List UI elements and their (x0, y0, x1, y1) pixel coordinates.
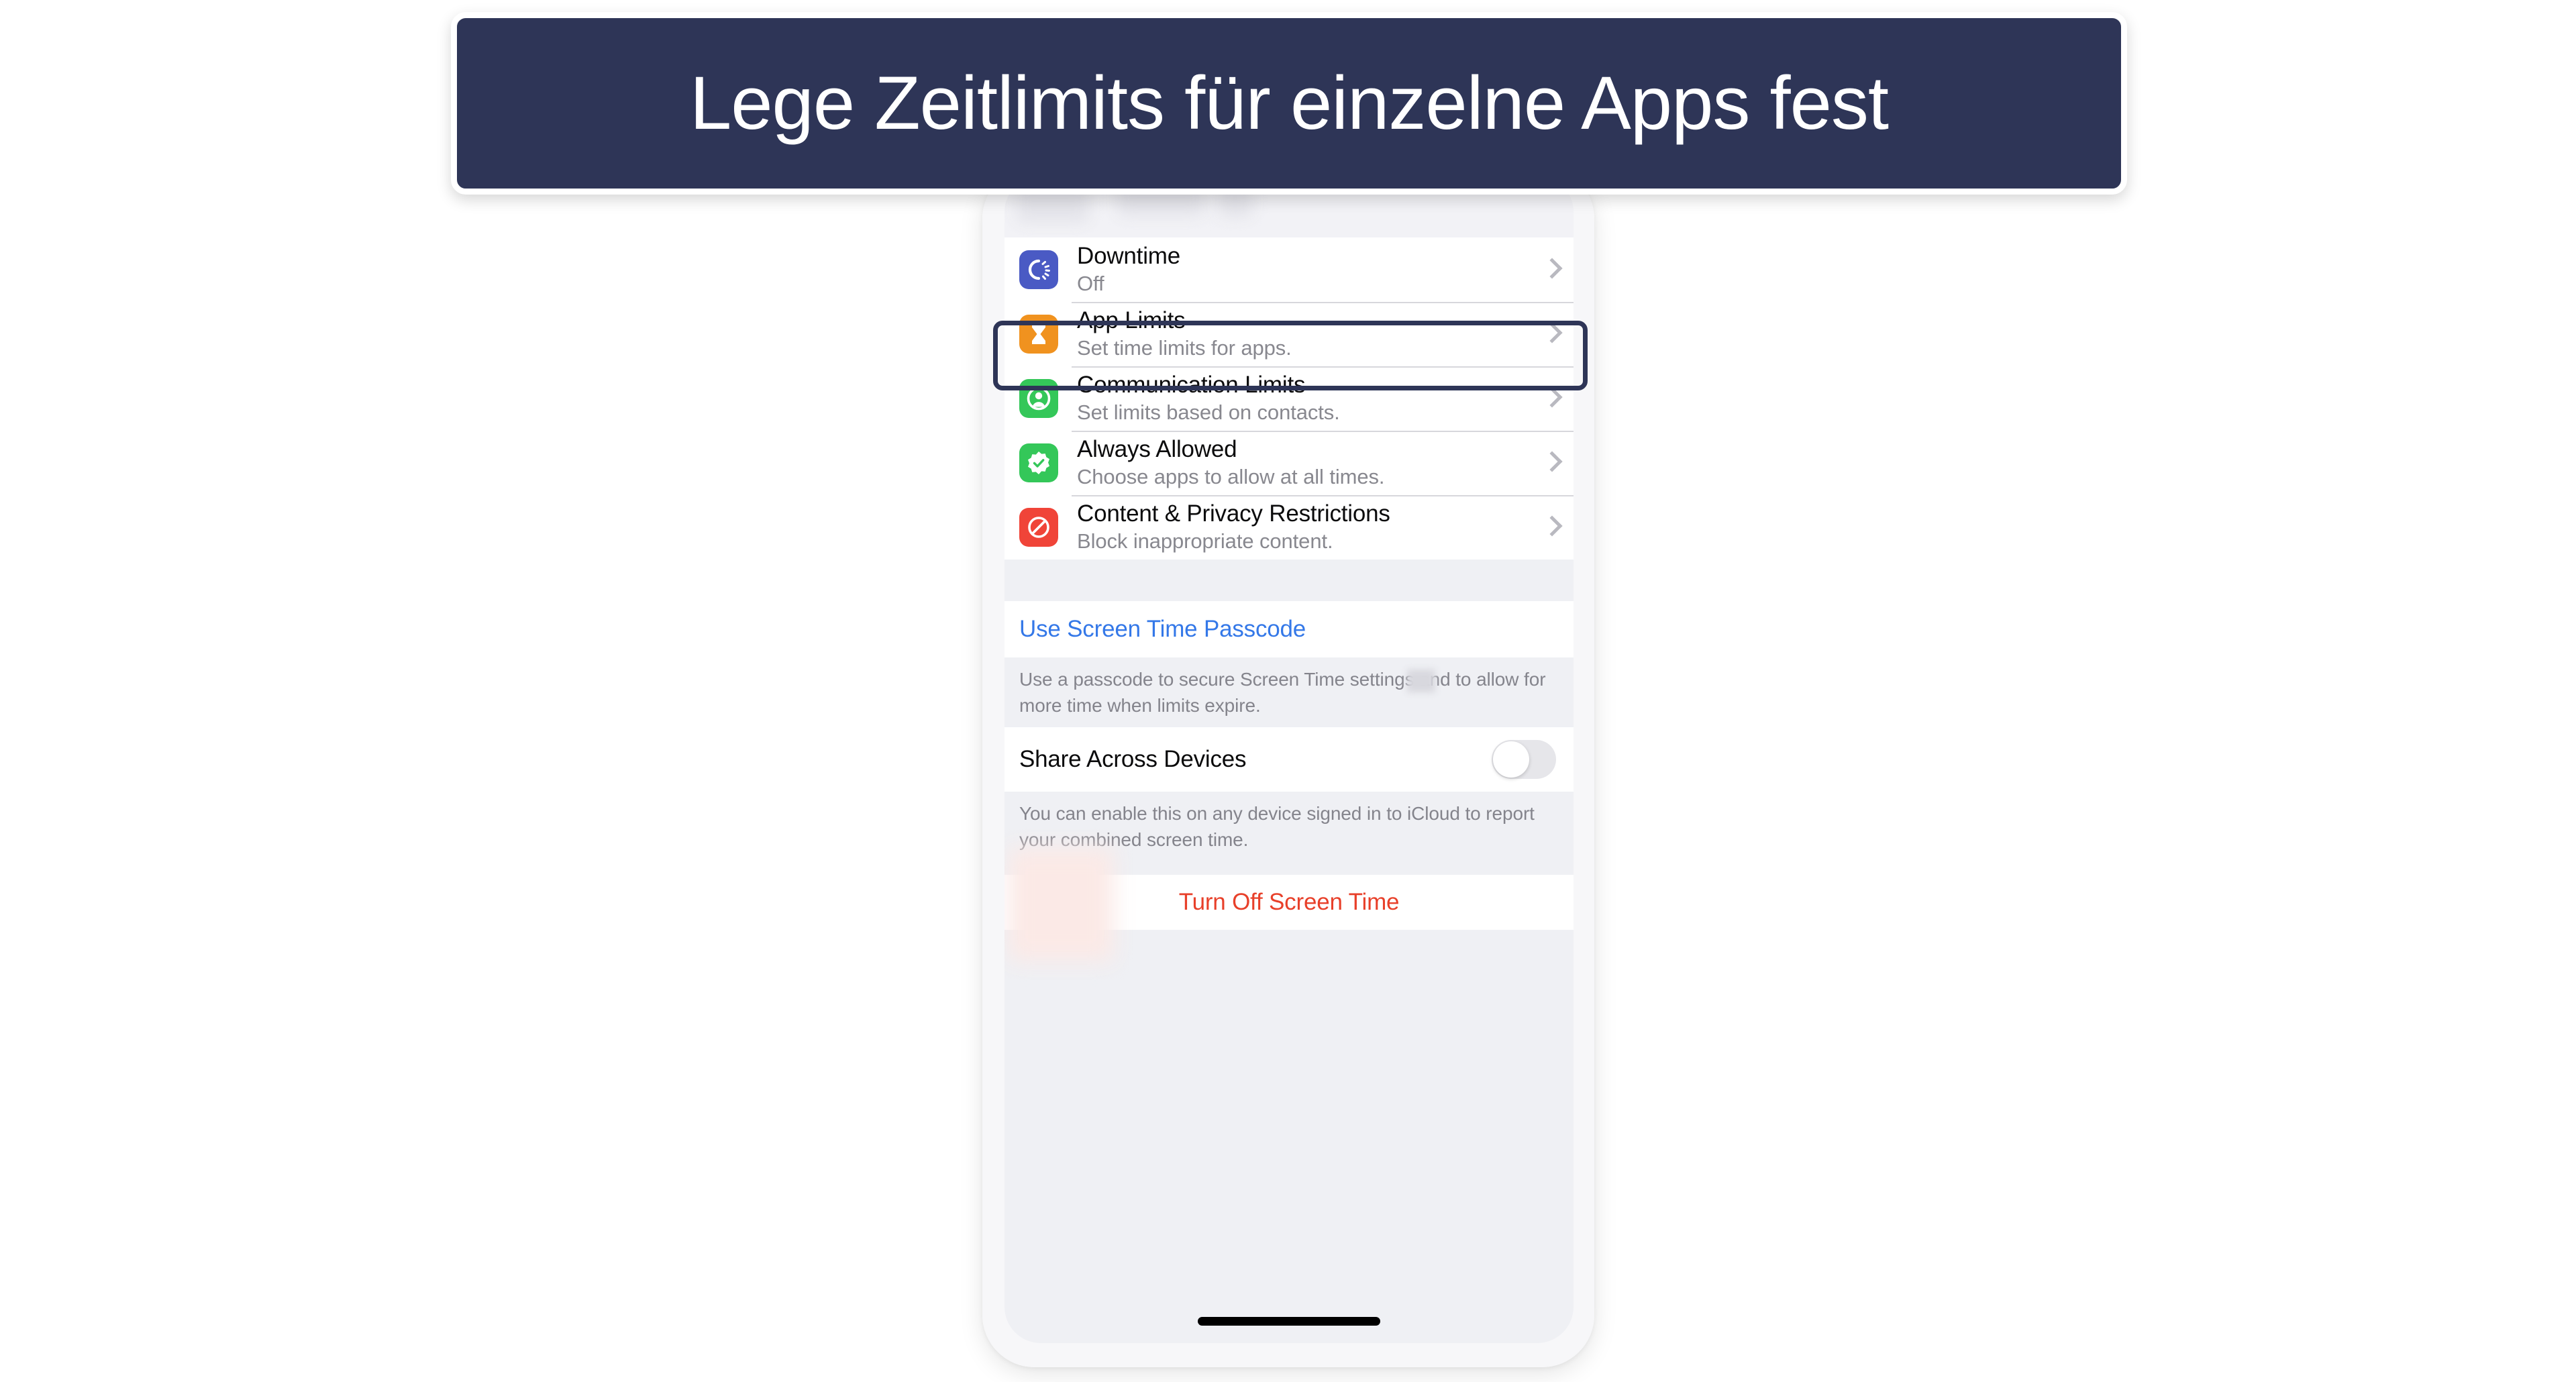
turn-off-screen-time-card: Turn Off Screen Time (1004, 848, 1574, 961)
phone-screen: Downtime Off App Limits Set time limits … (1004, 176, 1574, 1343)
settings-row-text: Communication Limits Set limits based on… (1077, 372, 1533, 425)
use-screen-time-passcode-button[interactable]: Use Screen Time Passcode (1004, 601, 1574, 657)
settings-row-downtime[interactable]: Downtime Off (1004, 237, 1574, 302)
turn-off-screen-time-button[interactable]: Turn Off Screen Time (1004, 848, 1574, 961)
share-across-devices-label: Share Across Devices (1019, 746, 1247, 772)
settings-row-always-allowed[interactable]: Always Allowed Choose apps to allow at a… (1004, 431, 1574, 495)
use-screen-time-passcode-label: Use Screen Time Passcode (1019, 616, 1306, 642)
screen-scroll-content[interactable]: Downtime Off App Limits Set time limits … (1004, 176, 1574, 1343)
passcode-footnote-text: Use a passcode to secure Screen Time set… (1019, 669, 1546, 716)
home-indicator (1198, 1317, 1380, 1326)
section-gap (1004, 560, 1574, 601)
settings-row-app-limits[interactable]: App Limits Set time limits for apps. (1004, 302, 1574, 366)
chevron-right-icon (1543, 255, 1560, 284)
settings-row-title: Downtime (1077, 243, 1181, 270)
settings-row-subtitle: Off (1077, 272, 1104, 296)
blur-smudge (1407, 670, 1435, 692)
passcode-footnote: Use a passcode to secure Screen Time set… (1004, 657, 1574, 727)
blur-smudge (1009, 848, 1113, 961)
screen-time-settings-group: Downtime Off App Limits Set time limits … (1004, 237, 1574, 560)
settings-row-title: App Limits (1077, 307, 1186, 334)
downtime-icon (1019, 250, 1058, 289)
settings-row-title: Communication Limits (1077, 372, 1306, 398)
settings-row-subtitle: Set time limits for apps. (1077, 336, 1292, 360)
passcode-card: Use Screen Time Passcode (1004, 601, 1574, 657)
toggle-knob (1493, 741, 1529, 778)
settings-row-subtitle: Block inappropriate content. (1077, 529, 1333, 553)
settings-row-text: Content & Privacy Restrictions Block ina… (1077, 500, 1533, 553)
person-circle-icon (1019, 379, 1058, 418)
turn-off-screen-time-label: Turn Off Screen Time (1178, 889, 1400, 915)
share-footnote-text: You can enable this on any device signed… (1019, 803, 1535, 850)
share-across-devices-toggle[interactable] (1492, 740, 1556, 779)
settings-row-title: Content & Privacy Restrictions (1077, 500, 1390, 527)
hourglass-icon (1019, 315, 1058, 354)
settings-row-subtitle: Choose apps to allow at all times. (1077, 465, 1385, 489)
settings-row-text: Downtime Off (1077, 243, 1533, 296)
prohibition-icon (1019, 508, 1058, 547)
checkmark-seal-icon (1019, 443, 1058, 482)
callout-banner-text: Lege Zeitlimits für einzelne Apps fest (689, 61, 1889, 145)
settings-row-title: Always Allowed (1077, 436, 1237, 463)
settings-row-text: App Limits Set time limits for apps. (1077, 307, 1533, 360)
settings-row-text: Always Allowed Choose apps to allow at a… (1077, 436, 1533, 489)
settings-row-subtitle: Set limits based on contacts. (1077, 401, 1340, 425)
share-across-devices-card: Share Across Devices (1004, 727, 1574, 792)
callout-banner: Lege Zeitlimits für einzelne Apps fest (451, 12, 2127, 195)
chevron-right-icon (1543, 319, 1560, 349)
chevron-right-icon (1543, 513, 1560, 542)
chevron-right-icon (1543, 384, 1560, 413)
settings-row-communication-limits[interactable]: Communication Limits Set limits based on… (1004, 366, 1574, 431)
chevron-right-icon (1543, 448, 1560, 478)
share-across-devices-row[interactable]: Share Across Devices (1004, 727, 1574, 792)
settings-row-content-privacy[interactable]: Content & Privacy Restrictions Block ina… (1004, 495, 1574, 560)
